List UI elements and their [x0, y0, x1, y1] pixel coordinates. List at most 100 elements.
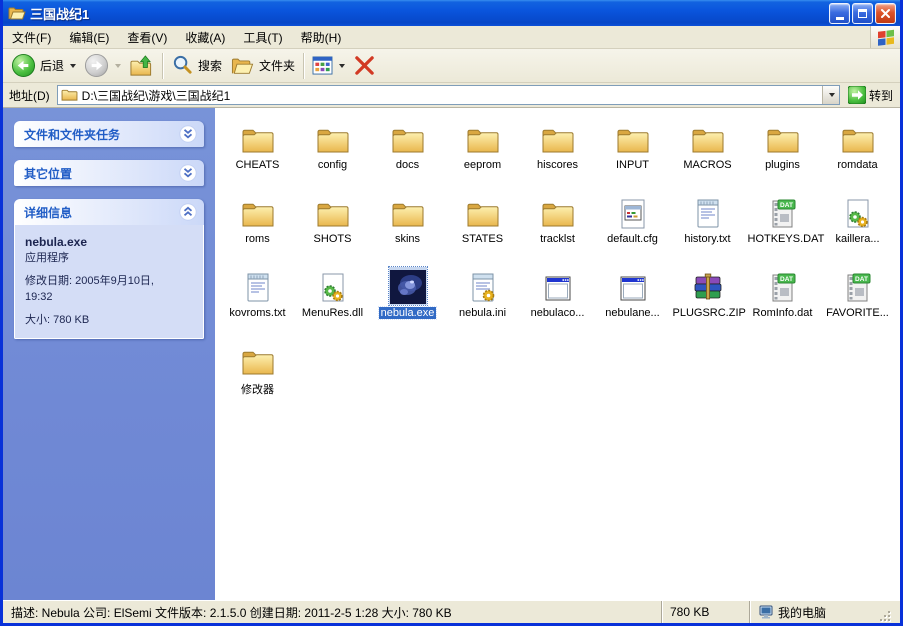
file-label: roms	[245, 233, 270, 245]
panel-file-tasks: 文件和文件夹任务	[14, 121, 204, 147]
svg-text:DAT: DAT	[780, 202, 793, 209]
menu-item-4[interactable]: 工具(T)	[234, 29, 291, 46]
file-label: nebulane...	[605, 307, 660, 319]
back-dropdown-icon[interactable]	[70, 63, 77, 68]
folders-icon	[231, 58, 254, 74]
file-item[interactable]: PLUGSRC.ZIP	[670, 263, 746, 337]
chevron-double-down-icon[interactable]	[179, 164, 197, 182]
status-location-label: 我的电脑	[778, 605, 827, 620]
file-item[interactable]: nebulaco...	[520, 263, 595, 337]
details-modified-time: 19:32	[25, 291, 53, 304]
forward-dropdown-icon	[115, 63, 122, 68]
close-button[interactable]	[875, 2, 896, 24]
dat-file-icon: DAT	[766, 267, 800, 305]
windows-logo-icon	[877, 29, 894, 46]
file-item[interactable]: nebula.ini	[445, 263, 520, 337]
address-input[interactable]: D:\三国战纪\游戏\三国战纪1	[56, 85, 840, 105]
file-item[interactable]: default.cfg	[595, 189, 670, 263]
file-label: tracklst	[540, 233, 575, 245]
go-label: 转到	[868, 88, 893, 103]
file-item[interactable]: SHOTS	[295, 189, 370, 263]
panel-title: 详细信息	[24, 205, 73, 220]
file-item[interactable]: history.txt	[670, 189, 745, 263]
folder-icon	[239, 193, 277, 231]
panel-other-places-header[interactable]: 其它位置	[14, 160, 204, 186]
details-filename: nebula.exe	[25, 235, 88, 249]
file-item[interactable]: kovroms.txt	[220, 263, 295, 337]
file-item[interactable]: STATES	[445, 189, 520, 263]
file-item[interactable]: romdata	[820, 115, 895, 189]
minimize-button[interactable]	[829, 2, 850, 24]
delete-button[interactable]	[349, 53, 380, 78]
file-label: 修改器	[241, 384, 274, 396]
address-dropdown-button[interactable]	[821, 86, 839, 104]
file-item[interactable]: MACROS	[670, 115, 745, 189]
file-grid: CHEATS config docs eeprom hiscores INPUT MACRO…	[220, 115, 900, 411]
folder-icon	[464, 193, 502, 231]
search-icon	[173, 55, 192, 74]
folder-icon	[539, 119, 577, 157]
status-size: 780 KB	[662, 601, 750, 623]
file-item[interactable]: MenuRes.dll	[295, 263, 370, 337]
text-file-icon	[692, 193, 724, 231]
file-label: plugins	[765, 159, 800, 171]
file-label: MACROS	[683, 159, 732, 171]
file-item[interactable]: eeprom	[445, 115, 520, 189]
file-item[interactable]: 修改器	[220, 337, 295, 411]
file-label: default.cfg	[607, 233, 658, 245]
folder-icon	[539, 193, 577, 231]
status-location: 我的电脑	[750, 601, 900, 623]
folder-small-icon	[61, 89, 78, 101]
file-item[interactable]: docs	[370, 115, 445, 189]
sidebar: 文件和文件夹任务 其它位置 详细信息 nebula.exe 应用程序 修改日期:…	[3, 108, 215, 600]
menu-item-0[interactable]: 文件(F)	[3, 29, 60, 46]
file-item[interactable]: DAT HOTKEYS.DAT	[745, 189, 824, 263]
red-x-icon	[355, 56, 374, 75]
file-item[interactable]: hiscores	[520, 115, 595, 189]
file-item[interactable]: roms	[220, 189, 295, 263]
file-label: INPUT	[616, 159, 649, 171]
resize-grip[interactable]	[879, 610, 892, 623]
folder-icon	[239, 341, 277, 379]
search-label: 搜索	[198, 59, 223, 73]
maximize-button[interactable]	[852, 2, 873, 24]
views-dropdown-icon[interactable]	[339, 63, 346, 68]
file-item[interactable]: INPUT	[595, 115, 670, 189]
panel-title: 其它位置	[24, 166, 73, 181]
chevron-double-down-icon[interactable]	[179, 125, 197, 143]
file-item[interactable]: skins	[370, 189, 445, 263]
file-list-area[interactable]: CHEATS config docs eeprom hiscores INPUT MACRO…	[215, 108, 900, 600]
back-icon	[11, 53, 36, 78]
file-label: MenuRes.dll	[301, 307, 364, 319]
file-item[interactable]: DAT RomInfo.dat	[745, 263, 820, 337]
file-item[interactable]: tracklst	[520, 189, 595, 263]
dat-file-icon: DAT	[841, 267, 875, 305]
title-bar: 三国战纪1	[3, 0, 900, 26]
file-item[interactable]: plugins	[745, 115, 820, 189]
go-button[interactable]: 转到	[844, 84, 897, 106]
panel-file-tasks-header[interactable]: 文件和文件夹任务	[14, 121, 204, 147]
file-item[interactable]: DAT FAVORITE...	[820, 263, 895, 337]
menu-item-5[interactable]: 帮助(H)	[292, 29, 351, 46]
file-item[interactable]: config	[295, 115, 370, 189]
views-button[interactable]	[308, 54, 349, 77]
search-button[interactable]: 搜索	[167, 52, 226, 79]
zip-archive-icon	[690, 267, 726, 305]
file-label: kovroms.txt	[229, 307, 286, 319]
chevron-double-up-icon[interactable]	[179, 203, 197, 221]
file-item[interactable]: CHEATS	[220, 115, 295, 189]
file-item[interactable]: nebula.exe	[370, 263, 445, 337]
menu-item-3[interactable]: 收藏(A)	[176, 29, 234, 46]
folders-button[interactable]: 文件夹	[226, 53, 299, 79]
panel-details-header[interactable]: 详细信息	[14, 199, 204, 225]
menu-item-1[interactable]: 编辑(E)	[60, 29, 118, 46]
back-button[interactable]: 后退	[7, 51, 80, 80]
file-item[interactable]: nebulane...	[595, 263, 670, 337]
menu-bar-items: 文件(F) 编辑(E) 查看(V) 收藏(A) 工具(T) 帮助(H)	[3, 26, 870, 48]
file-item[interactable]: kaillera...	[820, 189, 895, 263]
forward-button[interactable]	[80, 51, 125, 80]
back-label: 后退	[40, 59, 65, 73]
up-button[interactable]	[125, 52, 158, 80]
file-label: kaillera...	[835, 233, 880, 245]
menu-item-2[interactable]: 查看(V)	[118, 29, 176, 46]
